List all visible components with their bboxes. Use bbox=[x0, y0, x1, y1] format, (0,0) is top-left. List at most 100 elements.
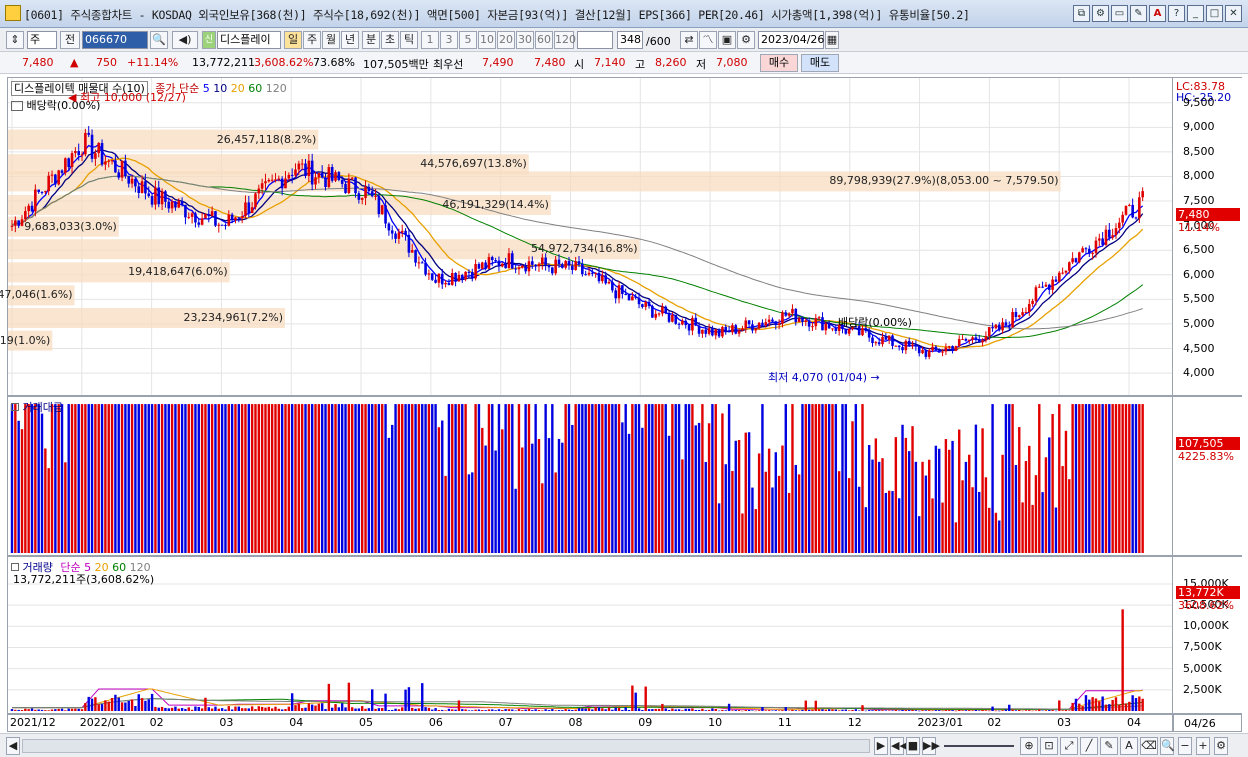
save-icon[interactable]: ▣ bbox=[718, 31, 736, 49]
forward-icon[interactable]: ▶▶ bbox=[922, 737, 940, 755]
volume-bar bbox=[794, 710, 797, 711]
amount-bar bbox=[691, 404, 694, 553]
maximize-button[interactable]: □ bbox=[1206, 5, 1223, 22]
expand-icon[interactable]: ⤢ bbox=[1060, 737, 1078, 755]
help-icon[interactable]: ? bbox=[1168, 5, 1185, 22]
amount-bar bbox=[877, 461, 881, 553]
period-second[interactable]: 초 bbox=[381, 31, 399, 49]
candle-body bbox=[564, 260, 567, 268]
amount-bar bbox=[1031, 504, 1034, 553]
sell-button[interactable]: 매도 bbox=[801, 54, 839, 72]
volume-profile-label: 46,191,329(14.4%) bbox=[442, 197, 549, 211]
amount-bar bbox=[604, 404, 607, 553]
candle-body bbox=[77, 151, 81, 155]
close-button[interactable]: ✕ bbox=[1225, 5, 1242, 22]
price-tick: 9,000 bbox=[1183, 120, 1215, 134]
pin-icon[interactable]: ⇕ bbox=[6, 31, 24, 49]
period-week[interactable]: 주 bbox=[303, 31, 321, 49]
num-1[interactable]: 1 bbox=[421, 31, 439, 49]
period-month[interactable]: 월 bbox=[322, 31, 340, 49]
zoom-out-icon[interactable]: − bbox=[1178, 737, 1192, 755]
amount-bar bbox=[968, 454, 971, 553]
eraser-icon[interactable]: ⌫ bbox=[1140, 737, 1158, 755]
edit-icon[interactable]: ✎ bbox=[1130, 5, 1147, 22]
indicator-icon[interactable]: 〽 bbox=[699, 31, 717, 49]
prev-button[interactable]: 전 bbox=[60, 31, 80, 49]
text-tool-icon[interactable]: A bbox=[1120, 737, 1138, 755]
num-5[interactable]: 5 bbox=[459, 31, 477, 49]
play-icon[interactable]: ▶ bbox=[874, 737, 888, 755]
amount-bar bbox=[874, 438, 878, 553]
num-120[interactable]: 120 bbox=[554, 31, 576, 49]
amount-bar bbox=[70, 404, 74, 553]
volume-bar bbox=[174, 706, 177, 711]
volume-profile-label: 89,798,939(27.9%)(8,053.00 ~ 7,579.50) bbox=[829, 174, 1059, 188]
search-zoom-icon[interactable]: 🔍 bbox=[1160, 737, 1175, 755]
volume-bar bbox=[691, 708, 694, 711]
volume-bar bbox=[1021, 710, 1024, 712]
zoom-slider[interactable] bbox=[944, 745, 1014, 747]
num-60[interactable]: 60 bbox=[535, 31, 553, 49]
period-day[interactable]: 일 bbox=[284, 31, 302, 49]
link-icon[interactable]: ⧉ bbox=[1073, 5, 1090, 22]
buy-button[interactable]: 매수 bbox=[760, 54, 798, 72]
high-price: 8,260 bbox=[655, 56, 687, 69]
num-3[interactable]: 3 bbox=[440, 31, 458, 49]
font-icon[interactable]: A bbox=[1149, 5, 1166, 22]
legend-box-icon bbox=[11, 403, 19, 411]
amount-bar bbox=[998, 520, 1001, 553]
line-tool-icon[interactable]: ╱ bbox=[1080, 737, 1098, 755]
num-30[interactable]: 30 bbox=[516, 31, 534, 49]
amount-bar bbox=[824, 404, 828, 553]
settings-icon[interactable]: ⚙ bbox=[1092, 5, 1109, 22]
amount-bar bbox=[330, 404, 334, 553]
price-pane[interactable]: 디스플레이텍 매물대 수(10) 종가 단순 5 10 20 60 120 배당… bbox=[0, 77, 1173, 396]
period-minute[interactable]: 분 bbox=[362, 31, 380, 49]
count-input[interactable]: 348 bbox=[617, 31, 643, 49]
custom-period-input[interactable] bbox=[577, 31, 613, 49]
amount-legend-text: 거래대금 bbox=[22, 401, 63, 414]
volume-bar bbox=[901, 709, 904, 711]
amount-bar bbox=[180, 404, 184, 553]
candle-body bbox=[330, 167, 334, 181]
period-tick[interactable]: 틱 bbox=[400, 31, 418, 49]
scrollbar-track[interactable] bbox=[22, 739, 870, 753]
minimize-button[interactable]: _ bbox=[1187, 5, 1204, 22]
scroll-left-icon[interactable]: ◀ bbox=[6, 737, 20, 755]
candle-body bbox=[517, 267, 521, 270]
amount-pane[interactable]: 거래대금 bbox=[7, 396, 1173, 556]
candle-body bbox=[1037, 286, 1041, 288]
draw-tool-icon[interactable]: ✎ bbox=[1100, 737, 1118, 755]
num-10[interactable]: 10 bbox=[478, 31, 496, 49]
volume-bar bbox=[454, 709, 457, 711]
rewind-icon[interactable]: ◀◀ bbox=[890, 737, 908, 755]
stock-name[interactable]: 디스플레이 bbox=[217, 31, 281, 49]
zoom-in-icon[interactable]: + bbox=[1196, 737, 1210, 755]
num-20[interactable]: 20 bbox=[497, 31, 515, 49]
volume-bar bbox=[1098, 701, 1101, 711]
amount-bar bbox=[821, 404, 824, 553]
amount-bar bbox=[1118, 404, 1121, 553]
type-select[interactable]: 주 bbox=[27, 31, 57, 49]
period-year[interactable]: 년 bbox=[341, 31, 359, 49]
code-input[interactable]: 066670 bbox=[82, 31, 148, 49]
stop-icon[interactable]: ■ bbox=[906, 737, 920, 755]
settings-icon-bottom[interactable]: ⚙ bbox=[1214, 737, 1228, 755]
layout-icon[interactable]: ▭ bbox=[1111, 5, 1128, 22]
search-icon[interactable]: 🔍 bbox=[150, 31, 168, 49]
candle-body bbox=[734, 325, 738, 334]
chart-tool-icon[interactable]: ⇄ bbox=[680, 31, 698, 49]
volume-bar bbox=[154, 706, 157, 711]
volume-pane[interactable]: 거래량 단순 5 20 60 120 13,772,211주(3,608.62%… bbox=[7, 556, 1173, 714]
gear-icon[interactable]: ⚙ bbox=[737, 31, 755, 49]
date-input[interactable]: 2023/04/26 bbox=[758, 31, 824, 49]
candle-body bbox=[554, 259, 557, 274]
candle-body bbox=[1011, 312, 1014, 328]
calendar-icon[interactable]: ▦ bbox=[825, 31, 839, 49]
zoom-icon[interactable]: ⊕ bbox=[1020, 737, 1038, 755]
volume-bar bbox=[604, 709, 607, 711]
volume-bar bbox=[587, 708, 591, 711]
high-label-text: 최고 10,000 (12/27) bbox=[79, 91, 186, 104]
speaker-icon[interactable]: ◀) bbox=[172, 31, 198, 49]
fit-icon[interactable]: ⊡ bbox=[1040, 737, 1058, 755]
